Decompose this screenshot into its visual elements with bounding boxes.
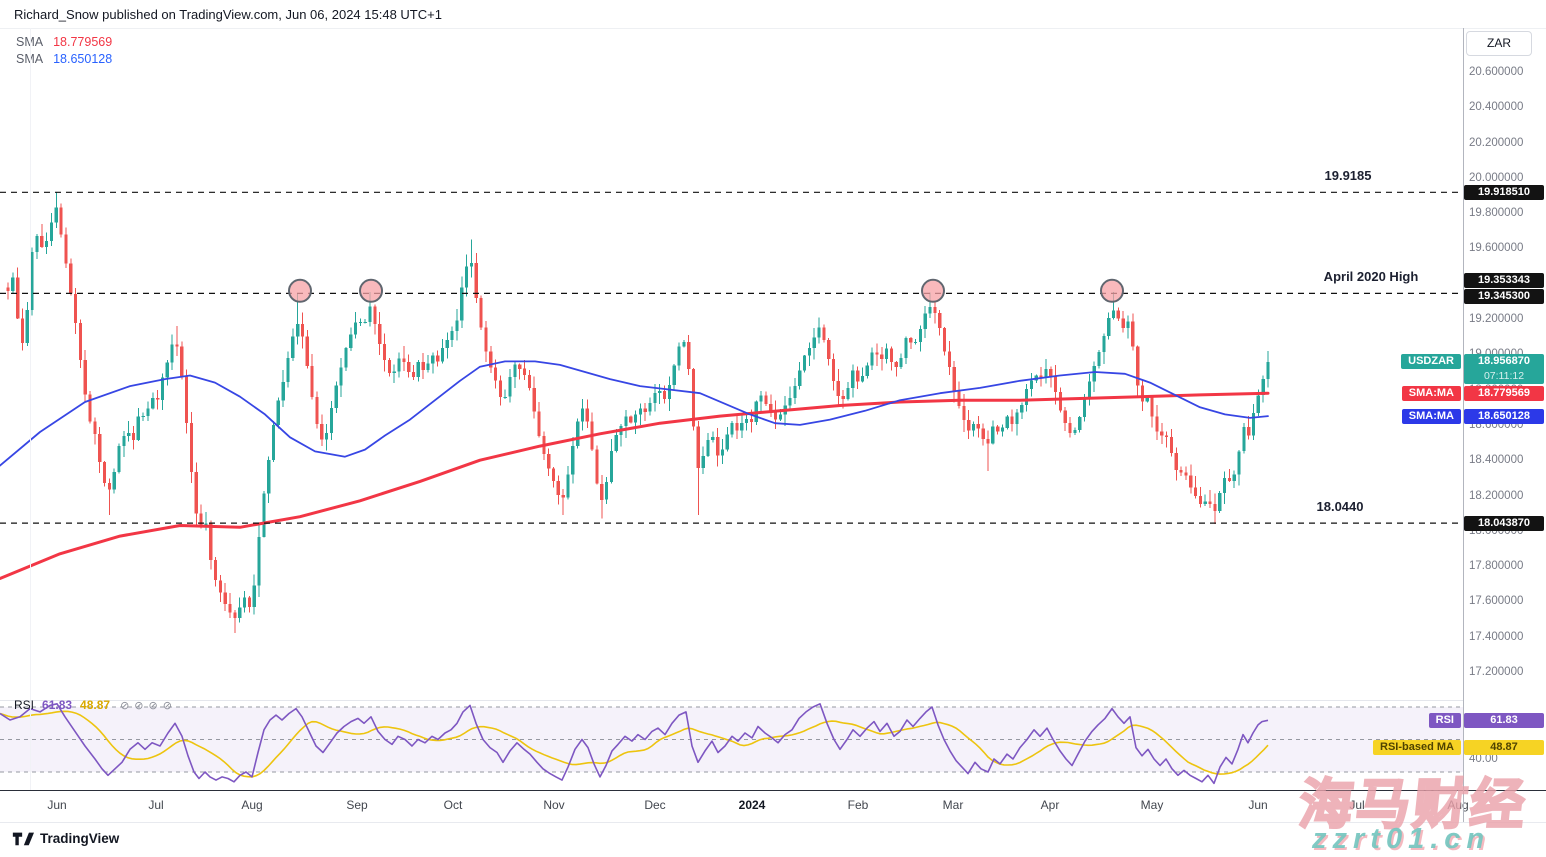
- sma-chip: SMA:MA: [1402, 409, 1461, 424]
- time-axis-month-label: Nov: [543, 798, 564, 812]
- time-axis-month-label: Jun: [47, 798, 66, 812]
- time-axis-month-label: Jul: [1349, 798, 1364, 812]
- price-level-badge: 19.918510: [1464, 185, 1544, 200]
- currency-toggle-button[interactable]: ZAR: [1466, 31, 1532, 56]
- price-tick-label: 17.600000: [1469, 594, 1523, 608]
- bottom-separator: [0, 822, 1546, 823]
- price-tick-label: 18.200000: [1469, 489, 1523, 503]
- price-tick-label: 17.800000: [1469, 559, 1523, 573]
- hidden-series-icon[interactable]: ⊘: [120, 700, 129, 712]
- sma-slow-value: 18.779569: [53, 35, 112, 49]
- session-break-line: [30, 28, 31, 790]
- hidden-series-icon[interactable]: ⊘: [134, 700, 143, 712]
- time-axis-month-label: Aug: [241, 798, 262, 812]
- price-pane-chart[interactable]: [0, 28, 1463, 700]
- price-tick-label: 20.000000: [1469, 171, 1523, 185]
- price-tick-label: 20.200000: [1469, 136, 1523, 150]
- time-axis-month-label: Oct: [444, 798, 463, 812]
- rsi-chip: RSI: [1429, 713, 1461, 728]
- publisher-note: Richard_Snow published on TradingView.co…: [14, 7, 442, 22]
- rsi-ma-value: 48.87: [80, 698, 110, 712]
- rsi-value: 61.83: [42, 698, 72, 712]
- price-tick-label: 18.400000: [1469, 453, 1523, 467]
- tradingview-chart-window: Richard_Snow published on TradingView.co…: [0, 0, 1546, 857]
- header-separator: [0, 28, 1546, 29]
- price-level-badge: 18.043870: [1464, 516, 1544, 531]
- rsi-value-badge: 61.83: [1464, 713, 1544, 728]
- sma-fast-value: 18.650128: [53, 52, 112, 66]
- sma-value-badge: 18.650128: [1464, 409, 1544, 424]
- price-scale-border: [1463, 28, 1464, 822]
- time-axis-month-label: Jul: [148, 798, 163, 812]
- price-tick-label: 19.800000: [1469, 206, 1523, 220]
- price-tick-label: 20.600000: [1469, 65, 1523, 79]
- price-scale[interactable]: ZAR 20.600000 20.400000 20.200000 20.000000…: [1463, 28, 1546, 822]
- time-scale[interactable]: Jun Jul Aug Sep Oct Nov Dec 2024 Feb Mar Apr May Jun…: [0, 790, 1546, 822]
- last-price-badge: 18.95687007:11:12: [1464, 354, 1544, 384]
- time-axis-month-label: Feb: [848, 798, 869, 812]
- hidden-series-icon[interactable]: ⊘: [149, 700, 158, 712]
- time-axis-month-label: Jun: [1248, 798, 1267, 812]
- time-axis-line: [0, 790, 1546, 791]
- rsi-label: RSI: [14, 698, 34, 712]
- time-axis-month-label: Sep: [346, 798, 367, 812]
- price-tick-label: 20.400000: [1469, 100, 1523, 114]
- price-level-badge: 19.353343: [1464, 273, 1544, 288]
- watermark-url-text: zzrt01.cn: [1312, 823, 1490, 856]
- time-axis-month-label: Dec: [644, 798, 665, 812]
- price-tick-label: 17.400000: [1469, 630, 1523, 644]
- sma-value-badge: 18.779569: [1464, 386, 1544, 401]
- hidden-series-icon[interactable]: ⊘: [163, 700, 172, 712]
- time-axis-month-label: May: [1141, 798, 1164, 812]
- price-tick-label: 19.600000: [1469, 241, 1523, 255]
- rsi_ma-value-badge: 48.87: [1464, 740, 1544, 755]
- time-axis-month-label: 2024: [739, 798, 766, 812]
- time-axis-month-label: Mar: [943, 798, 964, 812]
- price-tick-label: 19.200000: [1469, 312, 1523, 326]
- time-axis-month-label: Aug: [1447, 798, 1468, 812]
- sma-chip: SMA:MA: [1402, 386, 1461, 401]
- rsi-pane-chart[interactable]: [0, 700, 1463, 790]
- symbol-chip: USDZAR: [1401, 354, 1461, 369]
- rsi_ma-chip: RSI-based MA: [1373, 740, 1461, 755]
- tradingview-logo-icon: [12, 830, 34, 847]
- legend-hidden-icons[interactable]: ⊘ ⊘ ⊘ ⊘: [120, 698, 177, 712]
- rsi-legend: RSI 61.83 48.87 ⊘ ⊘ ⊘ ⊘: [14, 697, 177, 713]
- pane-separator[interactable]: [0, 700, 1463, 701]
- time-axis-month-label: Apr: [1041, 798, 1060, 812]
- tradingview-logo-text: TradingView: [40, 831, 119, 846]
- price-tick-label: 17.200000: [1469, 665, 1523, 679]
- price-level-badge: 19.345300: [1464, 289, 1544, 304]
- tradingview-branding[interactable]: TradingView: [12, 830, 119, 847]
